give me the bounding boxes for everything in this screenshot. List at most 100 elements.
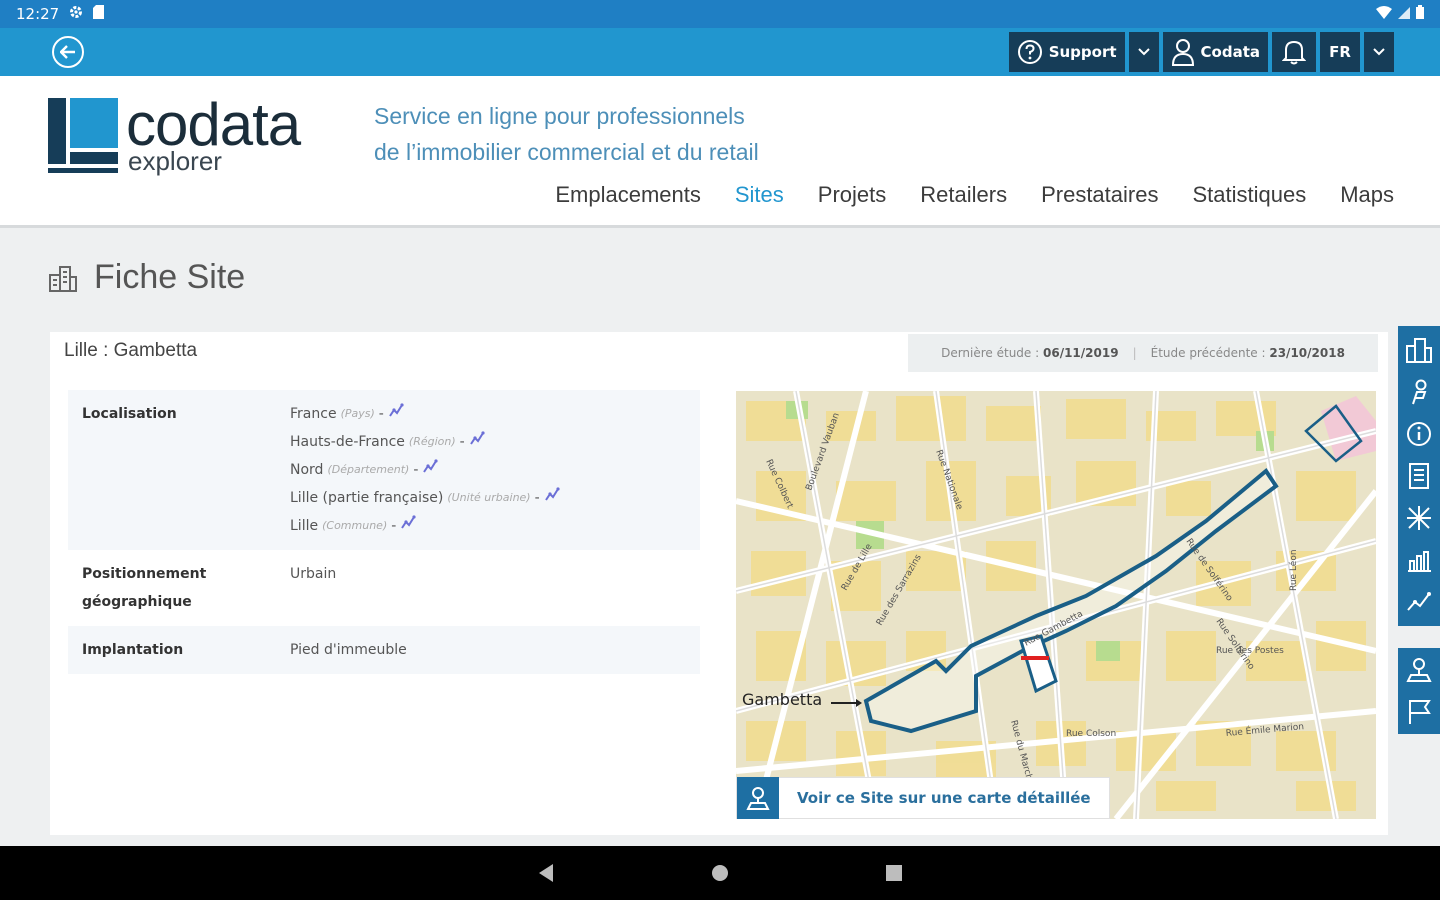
map-marker-label: Gambetta <box>742 690 822 709</box>
loc-type: (Pays) <box>340 407 375 420</box>
dates-separator: | <box>1132 346 1137 360</box>
nav-sites[interactable]: Sites <box>735 182 784 208</box>
positionnement-label-line-1: Positionnement <box>82 566 207 582</box>
user-icon <box>1171 39 1194 66</box>
support-button[interactable]: Support <box>1008 32 1125 72</box>
loc-name[interactable]: France <box>290 400 337 428</box>
nav-emplacements[interactable]: Emplacements <box>555 182 701 208</box>
document-list-icon <box>1409 463 1429 489</box>
loc-unite-urbaine: Lille (partie française) (Unité urbaine)… <box>290 484 686 512</box>
tagline-line-2: de l’immobilier commercial et du retail <box>374 139 759 165</box>
dash: - <box>378 406 384 422</box>
settings-icon <box>69 5 83 23</box>
stats-link-icon[interactable] <box>388 400 404 428</box>
side-stats-button[interactable] <box>1398 540 1440 580</box>
side-flag-button[interactable] <box>1398 692 1440 732</box>
last-study: Dernière étude : 06/11/2019 <box>941 346 1118 360</box>
dash: - <box>413 462 419 478</box>
prev-study-date: 23/10/2018 <box>1269 346 1345 360</box>
arrow-left-icon <box>60 45 75 59</box>
status-time: 12:27 <box>16 5 60 23</box>
main-nav: Emplacements Sites Projets Retailers Pre… <box>555 182 1394 208</box>
loc-departement: Nord (Département) - <box>290 456 686 484</box>
site-map[interactable]: Rue Gambetta Rue Solférino Rue de Solfér… <box>736 391 1376 819</box>
implantation-value: Pied d'immeuble <box>290 642 407 658</box>
street-label: Rue des Postes <box>1216 646 1284 656</box>
loc-type: (Unité urbaine) <box>447 491 531 504</box>
buildings-icon <box>49 265 77 292</box>
loc-name[interactable]: Nord <box>290 456 323 484</box>
android-navigation-bar <box>0 846 1440 900</box>
help-circle-icon <box>1017 40 1042 64</box>
stats-link-icon[interactable] <box>544 484 560 512</box>
last-study-date: 06/11/2019 <box>1043 346 1119 360</box>
wifi-icon <box>1376 5 1392 23</box>
side-tool-rail-2 <box>1398 648 1440 734</box>
prev-study: Étude précédente : 23/10/2018 <box>1151 346 1345 360</box>
chevron-down-icon <box>1373 48 1385 56</box>
nav-prestataires[interactable]: Prestataires <box>1041 182 1158 208</box>
positionnement-row: Positionnement géographique Urbain <box>68 550 700 626</box>
triangle-back-icon <box>539 864 553 882</box>
nav-recents-button[interactable] <box>882 861 906 885</box>
site-info-table: Localisation France (Pays) - Hauts-de-Fr… <box>68 390 700 674</box>
nav-home-button[interactable] <box>708 861 732 885</box>
nav-back-button[interactable] <box>534 861 558 885</box>
page-title-text: Fiche Site <box>94 258 246 296</box>
site-card: Lille : Gambetta Dernière étude : 06/11/… <box>50 332 1388 835</box>
loc-type: (Département) <box>327 463 410 476</box>
back-button[interactable] <box>52 36 84 68</box>
signal-icon <box>1398 5 1410 23</box>
loc-name[interactable]: Lille (partie française) <box>290 484 443 512</box>
localisation-row: Localisation France (Pays) - Hauts-de-Fr… <box>68 390 700 550</box>
person-pin-icon <box>1412 379 1427 405</box>
loc-commune: Lille (Commune) - <box>290 512 686 540</box>
nav-statistiques[interactable]: Statistiques <box>1192 182 1306 208</box>
stats-link-icon[interactable] <box>469 428 485 456</box>
side-info-button[interactable] <box>1398 414 1440 454</box>
sd-card-icon <box>93 5 105 23</box>
stats-link-icon[interactable] <box>400 512 416 540</box>
network-icon <box>1407 506 1431 530</box>
support-dropdown-button[interactable] <box>1128 32 1159 72</box>
nav-retailers[interactable]: Retailers <box>920 182 1007 208</box>
buildings-icon <box>1406 338 1432 363</box>
site-header: codata explorer Service en ligne pour pr… <box>0 76 1440 228</box>
prev-study-label: Étude précédente : <box>1150 346 1266 360</box>
side-network-button[interactable] <box>1398 498 1440 538</box>
nav-projets[interactable]: Projets <box>818 182 886 208</box>
loc-name[interactable]: Lille <box>290 512 318 540</box>
positionnement-label-line-2: géographique <box>82 594 192 610</box>
positionnement-label: Positionnement géographique <box>82 560 290 616</box>
side-map-button[interactable] <box>1398 650 1440 690</box>
loc-type: (Région) <box>408 435 456 448</box>
user-label: Codata <box>1200 43 1260 61</box>
stats-link-icon[interactable] <box>422 456 439 484</box>
notifications-button[interactable] <box>1272 32 1316 72</box>
tagline-line-1: Service en ligne pour professionnels <box>374 103 745 129</box>
map-pin-icon <box>1406 658 1432 682</box>
positionnement-value: Urbain <box>290 566 337 582</box>
loc-name[interactable]: Hauts-de-France <box>290 428 405 456</box>
loc-pays: France (Pays) - <box>290 400 686 428</box>
side-list-button[interactable] <box>1398 456 1440 496</box>
street-label: Rue Léon <box>1288 549 1299 591</box>
localisation-label: Localisation <box>82 406 177 422</box>
trend-map-icon <box>1407 592 1431 611</box>
language-button[interactable]: FR <box>1320 32 1360 72</box>
side-trend-button[interactable] <box>1398 582 1440 622</box>
top-actions: Support Codata FR <box>1008 32 1394 72</box>
android-status-bar: 12:27 <box>0 0 1440 28</box>
detailed-map-link[interactable]: Voir ce Site sur une carte détaillée <box>736 777 1110 819</box>
side-buildings-button[interactable] <box>1398 330 1440 370</box>
codata-explorer-logo[interactable]: codata explorer <box>48 91 338 178</box>
side-location-user-button[interactable] <box>1398 372 1440 412</box>
site-name: Lille : Gambetta <box>64 340 198 361</box>
implantation-label: Implantation <box>82 642 184 658</box>
nav-maps[interactable]: Maps <box>1340 182 1394 208</box>
language-dropdown-button[interactable] <box>1364 32 1394 72</box>
last-study-label: Dernière étude : <box>941 346 1040 360</box>
user-account-button[interactable]: Codata <box>1162 32 1268 72</box>
loc-region: Hauts-de-France (Région) - <box>290 428 686 456</box>
battery-icon <box>1416 5 1424 23</box>
